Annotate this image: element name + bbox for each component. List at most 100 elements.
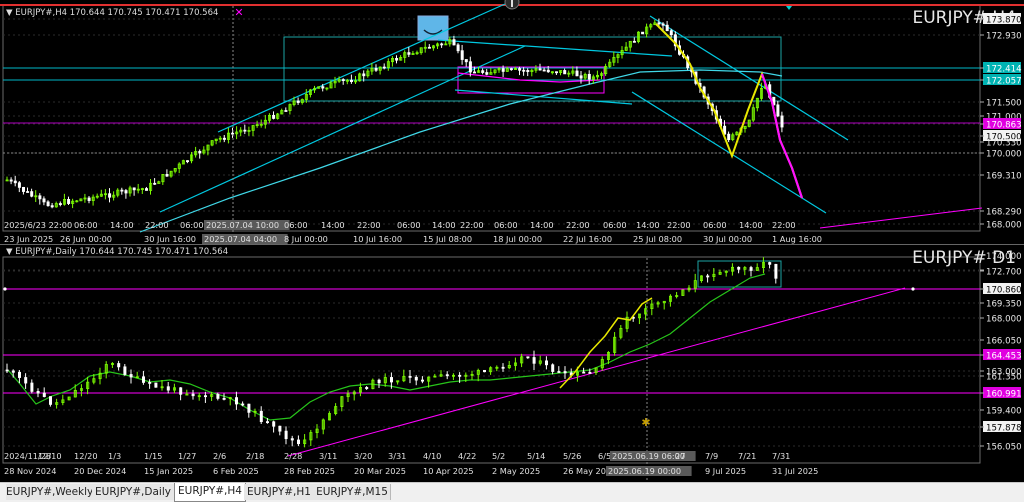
candle-body (272, 421, 276, 427)
candle-body (284, 110, 288, 112)
price-label: 156.050 (986, 443, 1022, 453)
time-label: 06:00 (74, 220, 98, 230)
time-label: 15 Jul 08:00 (423, 234, 472, 244)
candle-body (11, 370, 15, 373)
time-label: 14:00 (432, 220, 456, 230)
price-label: 166.050 (986, 337, 1022, 347)
time-label: 7/31 (772, 451, 790, 461)
time-label: 23 Jun 2025 (4, 234, 53, 244)
candle-body (526, 70, 530, 73)
candle-body (153, 182, 157, 185)
h4-cross-marker: ✕ (234, 6, 243, 19)
candle-body (427, 46, 431, 49)
candle-body (120, 189, 124, 192)
time-label: 15 Jan 2025 (144, 466, 193, 476)
time-label: 20 Dec 2024 (74, 466, 126, 476)
candle-body (532, 357, 536, 364)
candle-body (365, 387, 369, 390)
candle-body (231, 132, 235, 135)
time-label: 28 Feb 2025 (284, 466, 335, 476)
candle-body (241, 403, 245, 406)
time-label: 30 Jul 00:00 (703, 234, 752, 244)
price-label: 159.400 (986, 407, 1022, 417)
price-label: 169.310 (986, 172, 1022, 182)
price-label: 160.991 (986, 390, 1022, 400)
candle-body (665, 24, 669, 32)
tab-eurjpy-daily[interactable]: EURJPY#,Daily (92, 484, 175, 500)
candle-body (124, 190, 128, 194)
candle-body (154, 382, 158, 388)
candle-body (87, 197, 91, 201)
candle-body (538, 68, 542, 71)
candle-body (407, 52, 411, 55)
candle-body (24, 377, 28, 384)
time-label: 28 Nov 2024 (4, 466, 56, 476)
candle-body (30, 382, 34, 392)
candle-body (49, 396, 53, 405)
time-label: 25 Jul 08:00 (633, 234, 682, 244)
candle-body (17, 182, 21, 188)
time-label: 3/31 (388, 451, 406, 461)
price-label: 171.500 (986, 99, 1022, 109)
candle-body (632, 40, 636, 43)
time-label: 3/20 (354, 451, 372, 461)
d1-chart-panel[interactable]: ✱ ▼ EURJPY#,Daily 170.644 170.745 170.47… (0, 244, 1024, 482)
candle-body (545, 360, 549, 366)
time-label: 30 Jun 16:00 (144, 234, 196, 244)
price-label: 173.870 (986, 16, 1022, 26)
candle-body (9, 179, 13, 182)
candle-body (774, 263, 778, 279)
candle-body (123, 366, 127, 375)
price-label: 170.863 (986, 121, 1022, 131)
candle-body (141, 376, 145, 383)
candle-body (58, 203, 62, 205)
time-label: 14:00 (636, 220, 660, 230)
candle-body (389, 377, 393, 383)
candle-body (247, 403, 251, 413)
time-label: 2/6 (213, 451, 226, 461)
candle-body (485, 72, 489, 75)
candle-body (129, 374, 133, 378)
price-label: 161.350 (986, 373, 1022, 383)
candle-body (21, 186, 25, 192)
tab-eurjpy-m15[interactable]: EURJPY#,M15 (314, 484, 391, 500)
chart-tab-bar: EURJPY#,Weekly EURJPY#,Daily EURJPY#,H4 EUR… (0, 482, 1024, 502)
time-label: 1/3 (108, 451, 121, 461)
time-label: 06:00 (284, 220, 308, 230)
candle-body (563, 371, 567, 374)
candle-body (222, 397, 226, 400)
candle-body (445, 374, 449, 377)
charts-area[interactable]: ✕ ▼ EURJPY#,H4 170.644 170.745 170.471 1… (0, 0, 1024, 482)
candle-body (234, 397, 238, 405)
h4-hour-labels: 2025/6/23 22:00 06:00 14:00 22:00 06:00 2025.… (4, 220, 796, 230)
candle-body (132, 187, 136, 191)
tab-eurjpy-h1[interactable]: EURJPY#,H1 (244, 484, 315, 500)
time-label: 06:00 (397, 220, 421, 230)
candle-body (166, 386, 170, 391)
candle-body (198, 151, 202, 154)
candle-body (582, 371, 586, 374)
h4-info-line: ▼ EURJPY#,H4 170.644 170.745 170.471 170… (6, 8, 218, 18)
time-label: 5/26 (563, 451, 581, 461)
price-label: 168.000 (986, 221, 1022, 231)
candle-body (768, 262, 772, 265)
d1-info-line: ▼ EURJPY#,Daily 170.644 170.745 170.471 … (6, 247, 228, 257)
candle-body (296, 100, 300, 103)
time-label: 5/2 (492, 451, 505, 461)
tab-eurjpy-h4[interactable]: EURJPY#,H4 (174, 483, 246, 502)
price-label: 168.000 (986, 315, 1022, 325)
candle-body (17, 371, 21, 378)
candle-body (641, 31, 645, 35)
time-label: 2025.06.19 00:00 (608, 466, 681, 476)
h4-chart-panel[interactable]: ✕ ▼ EURJPY#,H4 170.644 170.745 170.471 1… (0, 0, 1024, 244)
time-label: 8 Jul 00:00 (284, 234, 328, 244)
candle-body (382, 66, 386, 69)
candle-body (362, 73, 366, 77)
price-label: 172.414 (986, 65, 1022, 75)
time-label: 1/15 (144, 451, 162, 461)
candle-body (148, 382, 152, 384)
tab-eurjpy-weekly[interactable]: EURJPY#,Weekly (6, 484, 93, 500)
candle-body (290, 438, 294, 441)
time-label: 26 Jun 00:00 (60, 234, 112, 244)
candle-body (526, 356, 530, 359)
